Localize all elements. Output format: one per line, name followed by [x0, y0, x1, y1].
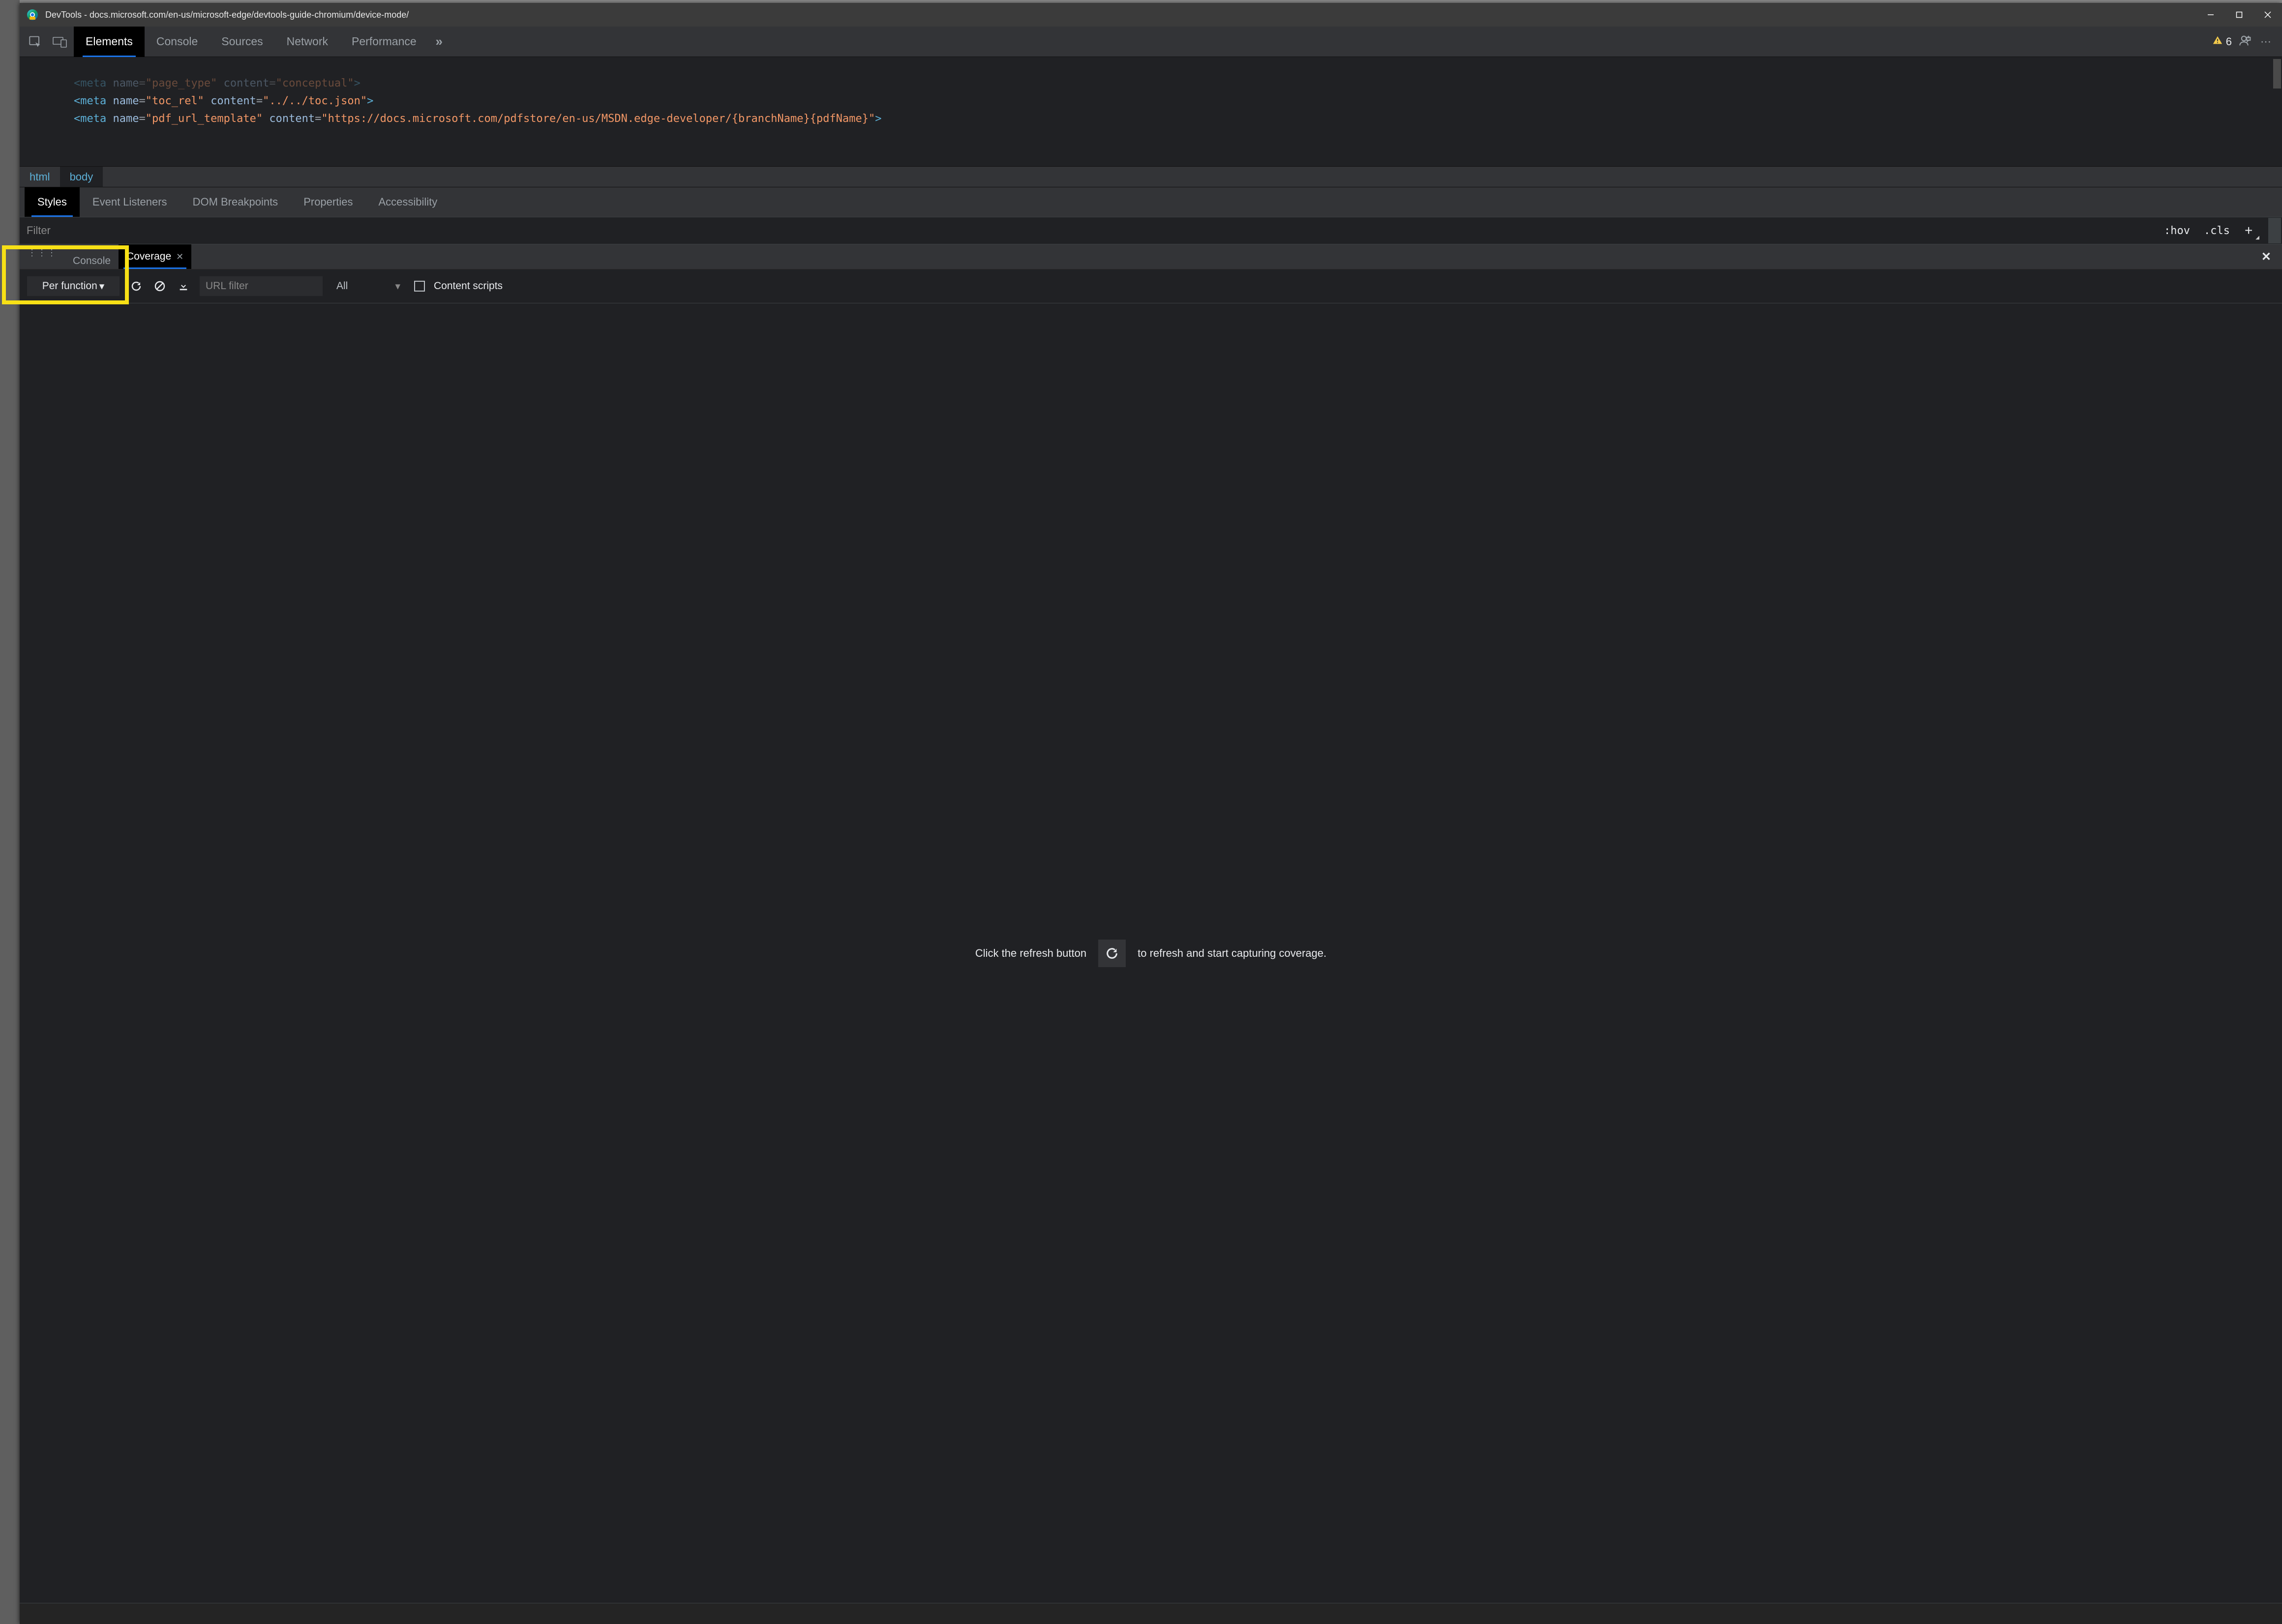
drawer-drag-handle-icon[interactable]: ⋮⋮⋮ [20, 248, 65, 258]
dom-attr: content [269, 113, 315, 125]
content-scripts-checkbox[interactable] [414, 281, 425, 292]
dropdown-triangle-icon: ▾ [99, 280, 105, 293]
subtab-styles[interactable]: Styles [25, 187, 80, 217]
dom-tag: > [367, 95, 373, 107]
coverage-mode-label: Per function [42, 280, 97, 292]
dom-tag: > [875, 113, 881, 125]
subtab-dom-breakpoints[interactable]: DOM Breakpoints [180, 187, 291, 217]
dom-value: "conceptual" [276, 77, 354, 89]
window-left-edge [0, 0, 20, 1624]
hov-toggle[interactable]: :hov [2157, 225, 2197, 237]
device-toolbar-icon[interactable] [49, 31, 71, 53]
coverage-empty-state: Click the refresh button to refresh and … [20, 303, 2282, 1603]
window-minimize-button[interactable] [2196, 3, 2225, 27]
subtab-accessibility[interactable]: Accessibility [365, 187, 450, 217]
devtools-window: DevTools - docs.microsoft.com/en-us/micr… [20, 3, 2282, 1624]
coverage-type-filter-label: All [336, 280, 348, 292]
devtools-app-icon [27, 9, 38, 21]
breadcrumb-html[interactable]: html [20, 167, 60, 187]
dom-value: "page_type" [146, 77, 217, 89]
drawer-tab-console[interactable]: Console [65, 253, 119, 269]
tab-console[interactable]: Console [145, 27, 210, 57]
reload-icon[interactable] [129, 279, 144, 294]
dom-value: "toc_rel" [146, 95, 204, 107]
coverage-refresh-button[interactable] [1098, 940, 1126, 967]
dom-tag: <meta [74, 113, 113, 125]
drawer-tab-coverage[interactable]: Coverage ✕ [119, 244, 191, 269]
warning-triangle-icon [2212, 35, 2223, 49]
window-maximize-button[interactable] [2225, 3, 2253, 27]
dom-attr: name [113, 113, 139, 125]
coverage-toolbar: Per function▾ All ▾ Content scripts [20, 269, 2282, 303]
tab-sources[interactable]: Sources [210, 27, 274, 57]
elements-subtabs: Styles Event Listeners DOM Breakpoints P… [20, 187, 2282, 217]
window-close-button[interactable] [2253, 3, 2282, 27]
dom-attr: content [210, 95, 256, 107]
drawer-tab-coverage-label: Coverage [126, 251, 171, 263]
dom-tag: <meta [74, 77, 113, 89]
dom-tree[interactable]: <meta name="page_type" content="conceptu… [20, 57, 2282, 167]
more-tabs-chevron-icon[interactable]: » [428, 31, 450, 53]
main-tab-strip: Elements Console Sources Network Perform… [20, 27, 2282, 57]
coverage-hint-post: to refresh and start capturing coverage. [1138, 947, 1326, 960]
clear-icon[interactable] [152, 279, 167, 294]
dom-scrollbar-thumb[interactable] [2273, 59, 2281, 89]
tab-elements[interactable]: Elements [74, 27, 145, 57]
dom-breadcrumb: html body [20, 167, 2282, 187]
styles-filter-input[interactable] [20, 217, 310, 244]
dom-value: "https://docs.microsoft.com/pdfstore/en-… [321, 113, 875, 125]
coverage-type-filter-select[interactable]: All ▾ [331, 276, 405, 296]
feedback-icon[interactable] [2239, 34, 2252, 49]
drawer-footer [20, 1603, 2282, 1624]
dom-value: "../../toc.json" [263, 95, 367, 107]
drawer-tab-strip: ⋮⋮⋮ Console Coverage ✕ ✕ [20, 244, 2282, 269]
dom-tag: <meta [74, 95, 113, 107]
export-icon[interactable] [176, 279, 191, 294]
dom-attr: name [113, 95, 139, 107]
coverage-url-filter-input[interactable] [200, 276, 323, 296]
dom-value: "pdf_url_template" [146, 113, 263, 125]
computed-color-swatch[interactable] [2268, 218, 2281, 243]
warning-count: 6 [2226, 35, 2232, 48]
coverage-hint-pre: Click the refresh button [975, 947, 1086, 960]
tab-network[interactable]: Network [275, 27, 340, 57]
window-title: DevTools - docs.microsoft.com/en-us/micr… [45, 10, 2196, 20]
coverage-mode-select[interactable]: Per function▾ [27, 276, 120, 296]
warnings-badge[interactable]: 6 [2212, 35, 2232, 49]
subtab-properties[interactable]: Properties [291, 187, 365, 217]
close-icon[interactable]: ✕ [176, 252, 183, 262]
settings-more-icon[interactable]: ⋯ [2260, 35, 2272, 48]
content-scripts-label: Content scripts [434, 280, 503, 292]
inspect-element-icon[interactable] [25, 31, 46, 53]
breadcrumb-body[interactable]: body [60, 167, 103, 187]
dom-attr: content [224, 77, 270, 89]
drawer-close-button[interactable]: ✕ [2261, 250, 2271, 264]
titlebar: DevTools - docs.microsoft.com/en-us/micr… [20, 3, 2282, 27]
dom-attr: name [113, 77, 139, 89]
dom-tag: > [354, 77, 360, 89]
tab-performance[interactable]: Performance [340, 27, 428, 57]
subtab-event-listeners[interactable]: Event Listeners [80, 187, 180, 217]
dropdown-triangle-icon: ▾ [395, 280, 400, 293]
cls-toggle[interactable]: .cls [2197, 225, 2237, 237]
drawer-tab-console-label: Console [73, 255, 111, 267]
styles-filter-row: :hov .cls + ◢ [20, 217, 2282, 244]
